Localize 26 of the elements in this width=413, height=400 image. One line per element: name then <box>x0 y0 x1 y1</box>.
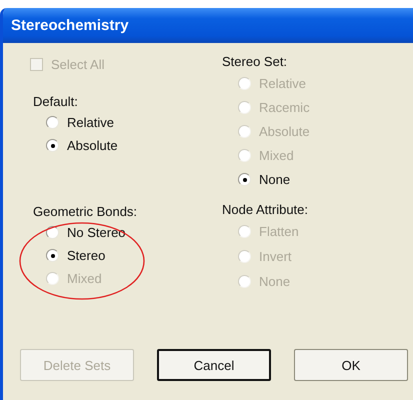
radio-label: Absolute <box>259 124 310 138</box>
radio-button[interactable] <box>46 139 59 152</box>
radio-button[interactable] <box>46 116 59 129</box>
radio-label: No Stereo <box>67 225 126 240</box>
radio-button[interactable] <box>46 249 59 262</box>
dialog-button[interactable]: Cancel <box>157 349 271 381</box>
select-all-label: Select All <box>51 56 104 72</box>
radio-label: Relative <box>259 76 306 90</box>
dialog-button[interactable]: OK <box>294 349 408 381</box>
radio-label: Stereo <box>67 248 106 263</box>
group-label: Node Attribute: <box>222 201 309 219</box>
radio-label: Mixed <box>259 148 294 162</box>
radio-label: Relative <box>67 115 114 130</box>
radio-button[interactable] <box>46 226 59 239</box>
radio-label: Racemic <box>259 100 310 114</box>
radio-label: Invert <box>259 249 292 264</box>
radio-label: Absolute <box>67 138 118 153</box>
radio-button[interactable] <box>238 172 251 186</box>
group-label: Default: <box>33 93 79 111</box>
radio-label: Mixed <box>67 271 102 286</box>
radio-label: Flatten <box>259 224 299 239</box>
radio-label: None <box>259 274 290 289</box>
group-label: Geometric Bonds: <box>33 203 138 221</box>
group-label: Stereo Set: <box>222 53 288 71</box>
radio-label: None <box>259 172 290 186</box>
window-title: Stereochemistry <box>11 17 129 34</box>
